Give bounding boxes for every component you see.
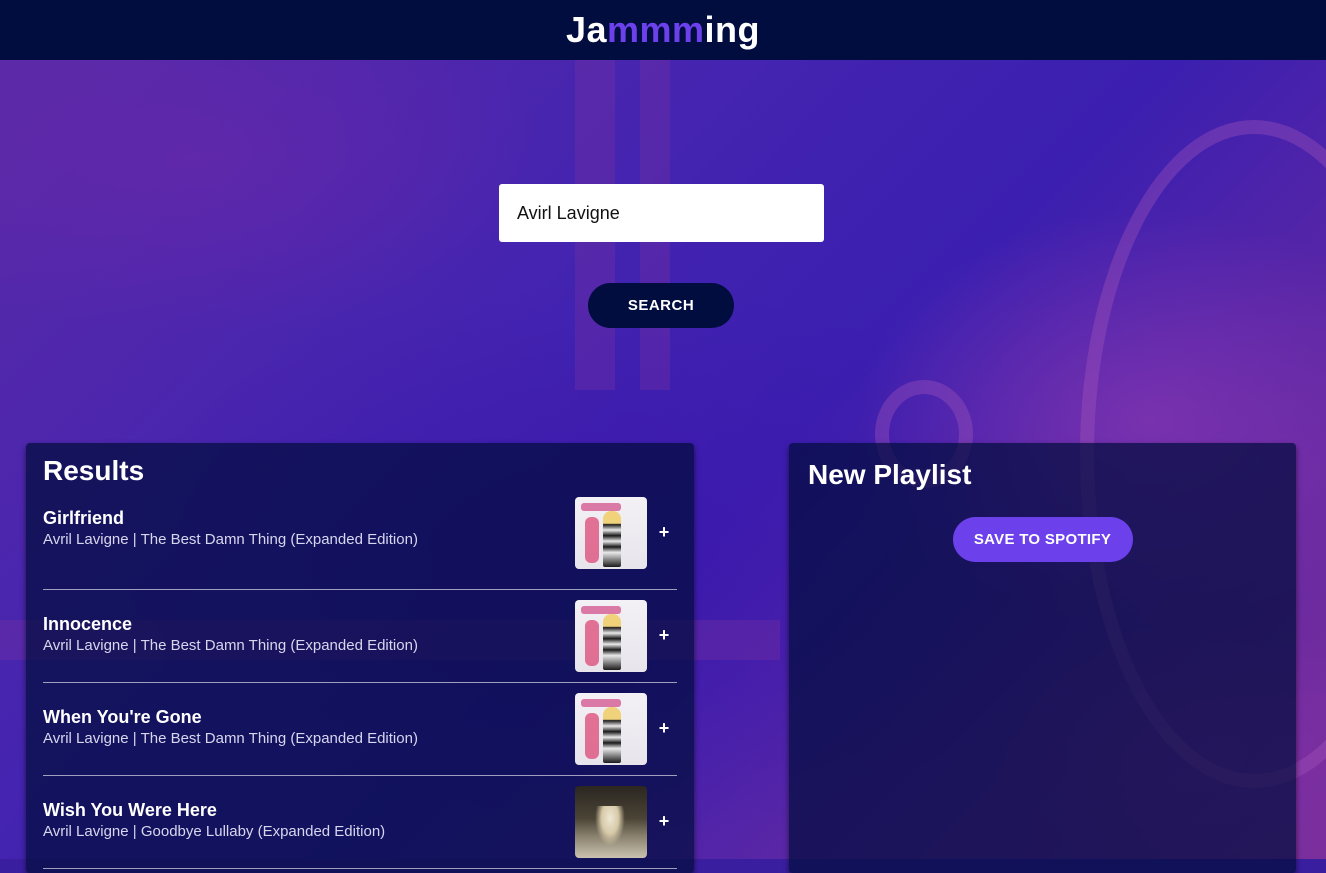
track-artist-album: Avril Lavigne | The Best Damn Thing (Exp… (43, 637, 418, 654)
search-button[interactable]: SEARCH (588, 283, 734, 328)
track-artist-album: Avril Lavigne | The Best Damn Thing (Exp… (43, 730, 418, 747)
track-name: Innocence (43, 614, 133, 634)
save-to-spotify-button[interactable]: SAVE TO SPOTIFY (952, 517, 1133, 562)
track-info: When You're Gone Avril Lavigne | The Bes… (43, 707, 418, 747)
playlist-panel: New Playlist SAVE TO SPOTIFY (789, 443, 1296, 873)
track-row: When You're Gone Avril Lavigne | The Bes… (43, 683, 677, 776)
album-art (575, 600, 647, 672)
search-input[interactable] (499, 184, 824, 242)
results-title: Results (43, 455, 145, 486)
add-track-button[interactable]: + (655, 808, 673, 834)
app-header: Jammming (0, 0, 1326, 60)
track-info: Girlfriend Avril Lavigne | The Best Damn… (43, 508, 418, 548)
add-track-button[interactable]: + (655, 715, 673, 741)
add-track-button[interactable]: + (655, 622, 673, 648)
track-row: Girlfriend Avril Lavigne | The Best Damn… (43, 497, 677, 590)
playlist-title[interactable]: New Playlist (808, 459, 1277, 491)
track-info: Wish You Were Here Avril Lavigne | Goodb… (43, 800, 385, 840)
track-row: Wish You Were Here Avril Lavigne | Goodb… (43, 776, 677, 869)
track-name: When You're Gone (43, 707, 202, 727)
results-panel: Results Girlfriend Avril Lavigne | The B… (26, 443, 694, 873)
track-name: Wish You Were Here (43, 800, 217, 820)
track-row: Innocence Avril Lavigne | The Best Damn … (43, 590, 677, 683)
track-info: Innocence Avril Lavigne | The Best Damn … (43, 614, 418, 654)
album-art (575, 786, 647, 858)
album-art (575, 693, 647, 765)
app-logo: Jammming (565, 9, 761, 50)
add-track-button[interactable]: + (655, 519, 673, 545)
track-artist-album: Avril Lavigne | Goodbye Lullaby (Expande… (43, 823, 386, 840)
album-art (575, 497, 647, 569)
track-artist-album: Avril Lavigne | The Best Damn Thing (Exp… (43, 531, 418, 548)
results-track-list: Girlfriend Avril Lavigne | The Best Damn… (43, 497, 677, 869)
track-name: Girlfriend (43, 508, 125, 528)
